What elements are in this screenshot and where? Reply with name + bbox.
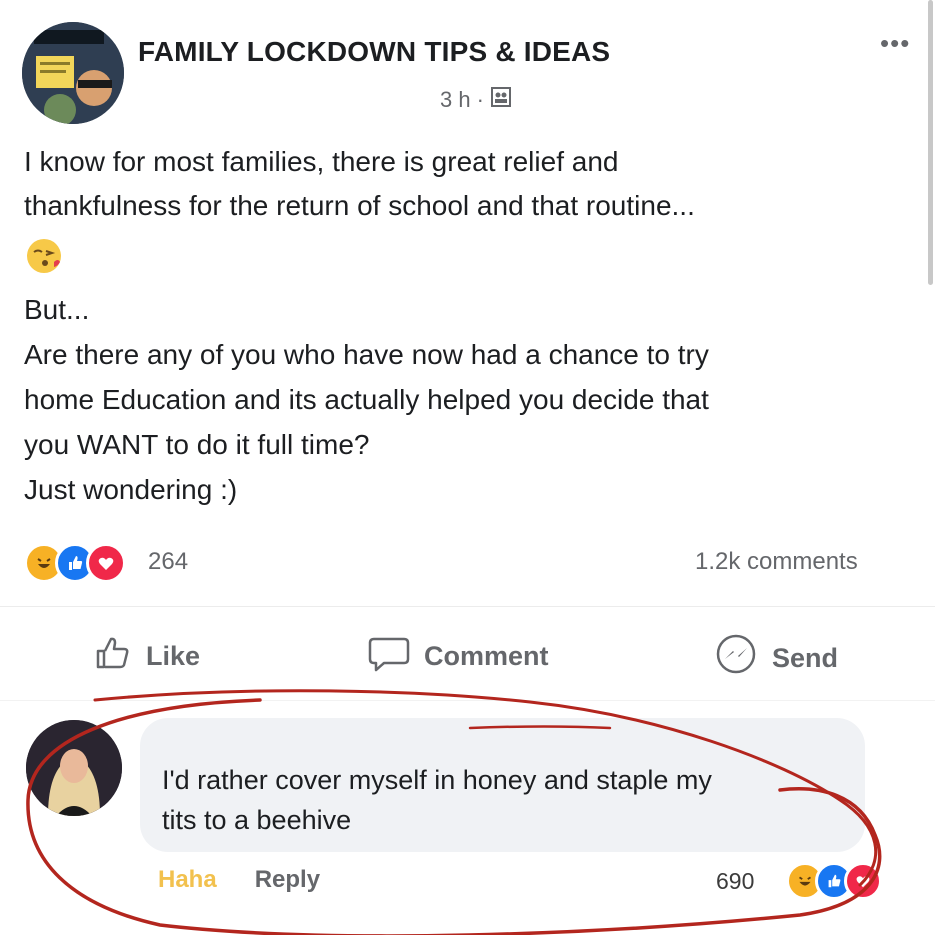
comment-label: Comment — [424, 641, 549, 671]
post-meta: 3 h · — [440, 86, 512, 114]
group-name-link[interactable]: FAMILY LOCKDOWN TIPS & IDEAS — [138, 36, 610, 68]
blowing-kiss-emoji-icon — [24, 236, 64, 276]
post-text-line: Just wondering :) — [24, 474, 238, 505]
post-text-line: Are there any of you who have now had a … — [24, 339, 709, 370]
post-time[interactable]: 3 h — [440, 87, 471, 113]
commenter-avatar[interactable] — [26, 720, 122, 816]
comment-text: I'd rather cover myself in honey and sta… — [162, 760, 852, 840]
send-button[interactable]: Send — [714, 633, 838, 684]
post-text-line: you WANT to do it full time? — [24, 429, 370, 460]
messenger-icon — [714, 633, 758, 684]
reaction-count[interactable]: 264 — [148, 548, 188, 576]
post-text-line: But... — [24, 294, 90, 325]
scrollbar-thumb[interactable] — [928, 0, 933, 285]
more-options-icon[interactable]: ••• — [880, 28, 910, 59]
like-button[interactable]: Like — [92, 633, 200, 680]
post-text-line: I know for most families, there is great… — [24, 146, 619, 177]
comment-reply-button[interactable]: Reply — [255, 866, 320, 894]
comment-button[interactable]: Comment — [368, 633, 549, 680]
comment-reactions[interactable] — [786, 862, 882, 900]
speech-bubble-icon — [368, 633, 410, 680]
post-text-line: thankfulness for the return of school an… — [24, 190, 695, 221]
comment-haha-reaction-button[interactable]: Haha — [158, 866, 217, 894]
send-label: Send — [772, 643, 839, 673]
comment-text-line: tits to a beehive — [162, 805, 352, 835]
divider — [0, 606, 935, 607]
comment-actions: Haha Reply — [158, 866, 320, 894]
love-reaction-icon — [86, 543, 126, 583]
meta-separator: · — [476, 87, 484, 112]
thumbs-up-icon — [92, 633, 132, 680]
comment-reaction-count[interactable]: 690 — [716, 868, 754, 895]
divider — [0, 700, 935, 701]
post-text-line: home Education and its actually helped y… — [24, 384, 709, 415]
love-reaction-icon — [844, 862, 882, 900]
like-label: Like — [146, 641, 201, 671]
post-reactions[interactable] — [24, 543, 126, 583]
group-avatar[interactable] — [22, 22, 124, 124]
comment-text-line: I'd rather cover myself in honey and sta… — [162, 765, 712, 795]
comment-count-link[interactable]: 1.2k comments — [695, 548, 858, 576]
group-privacy-icon — [490, 86, 512, 114]
